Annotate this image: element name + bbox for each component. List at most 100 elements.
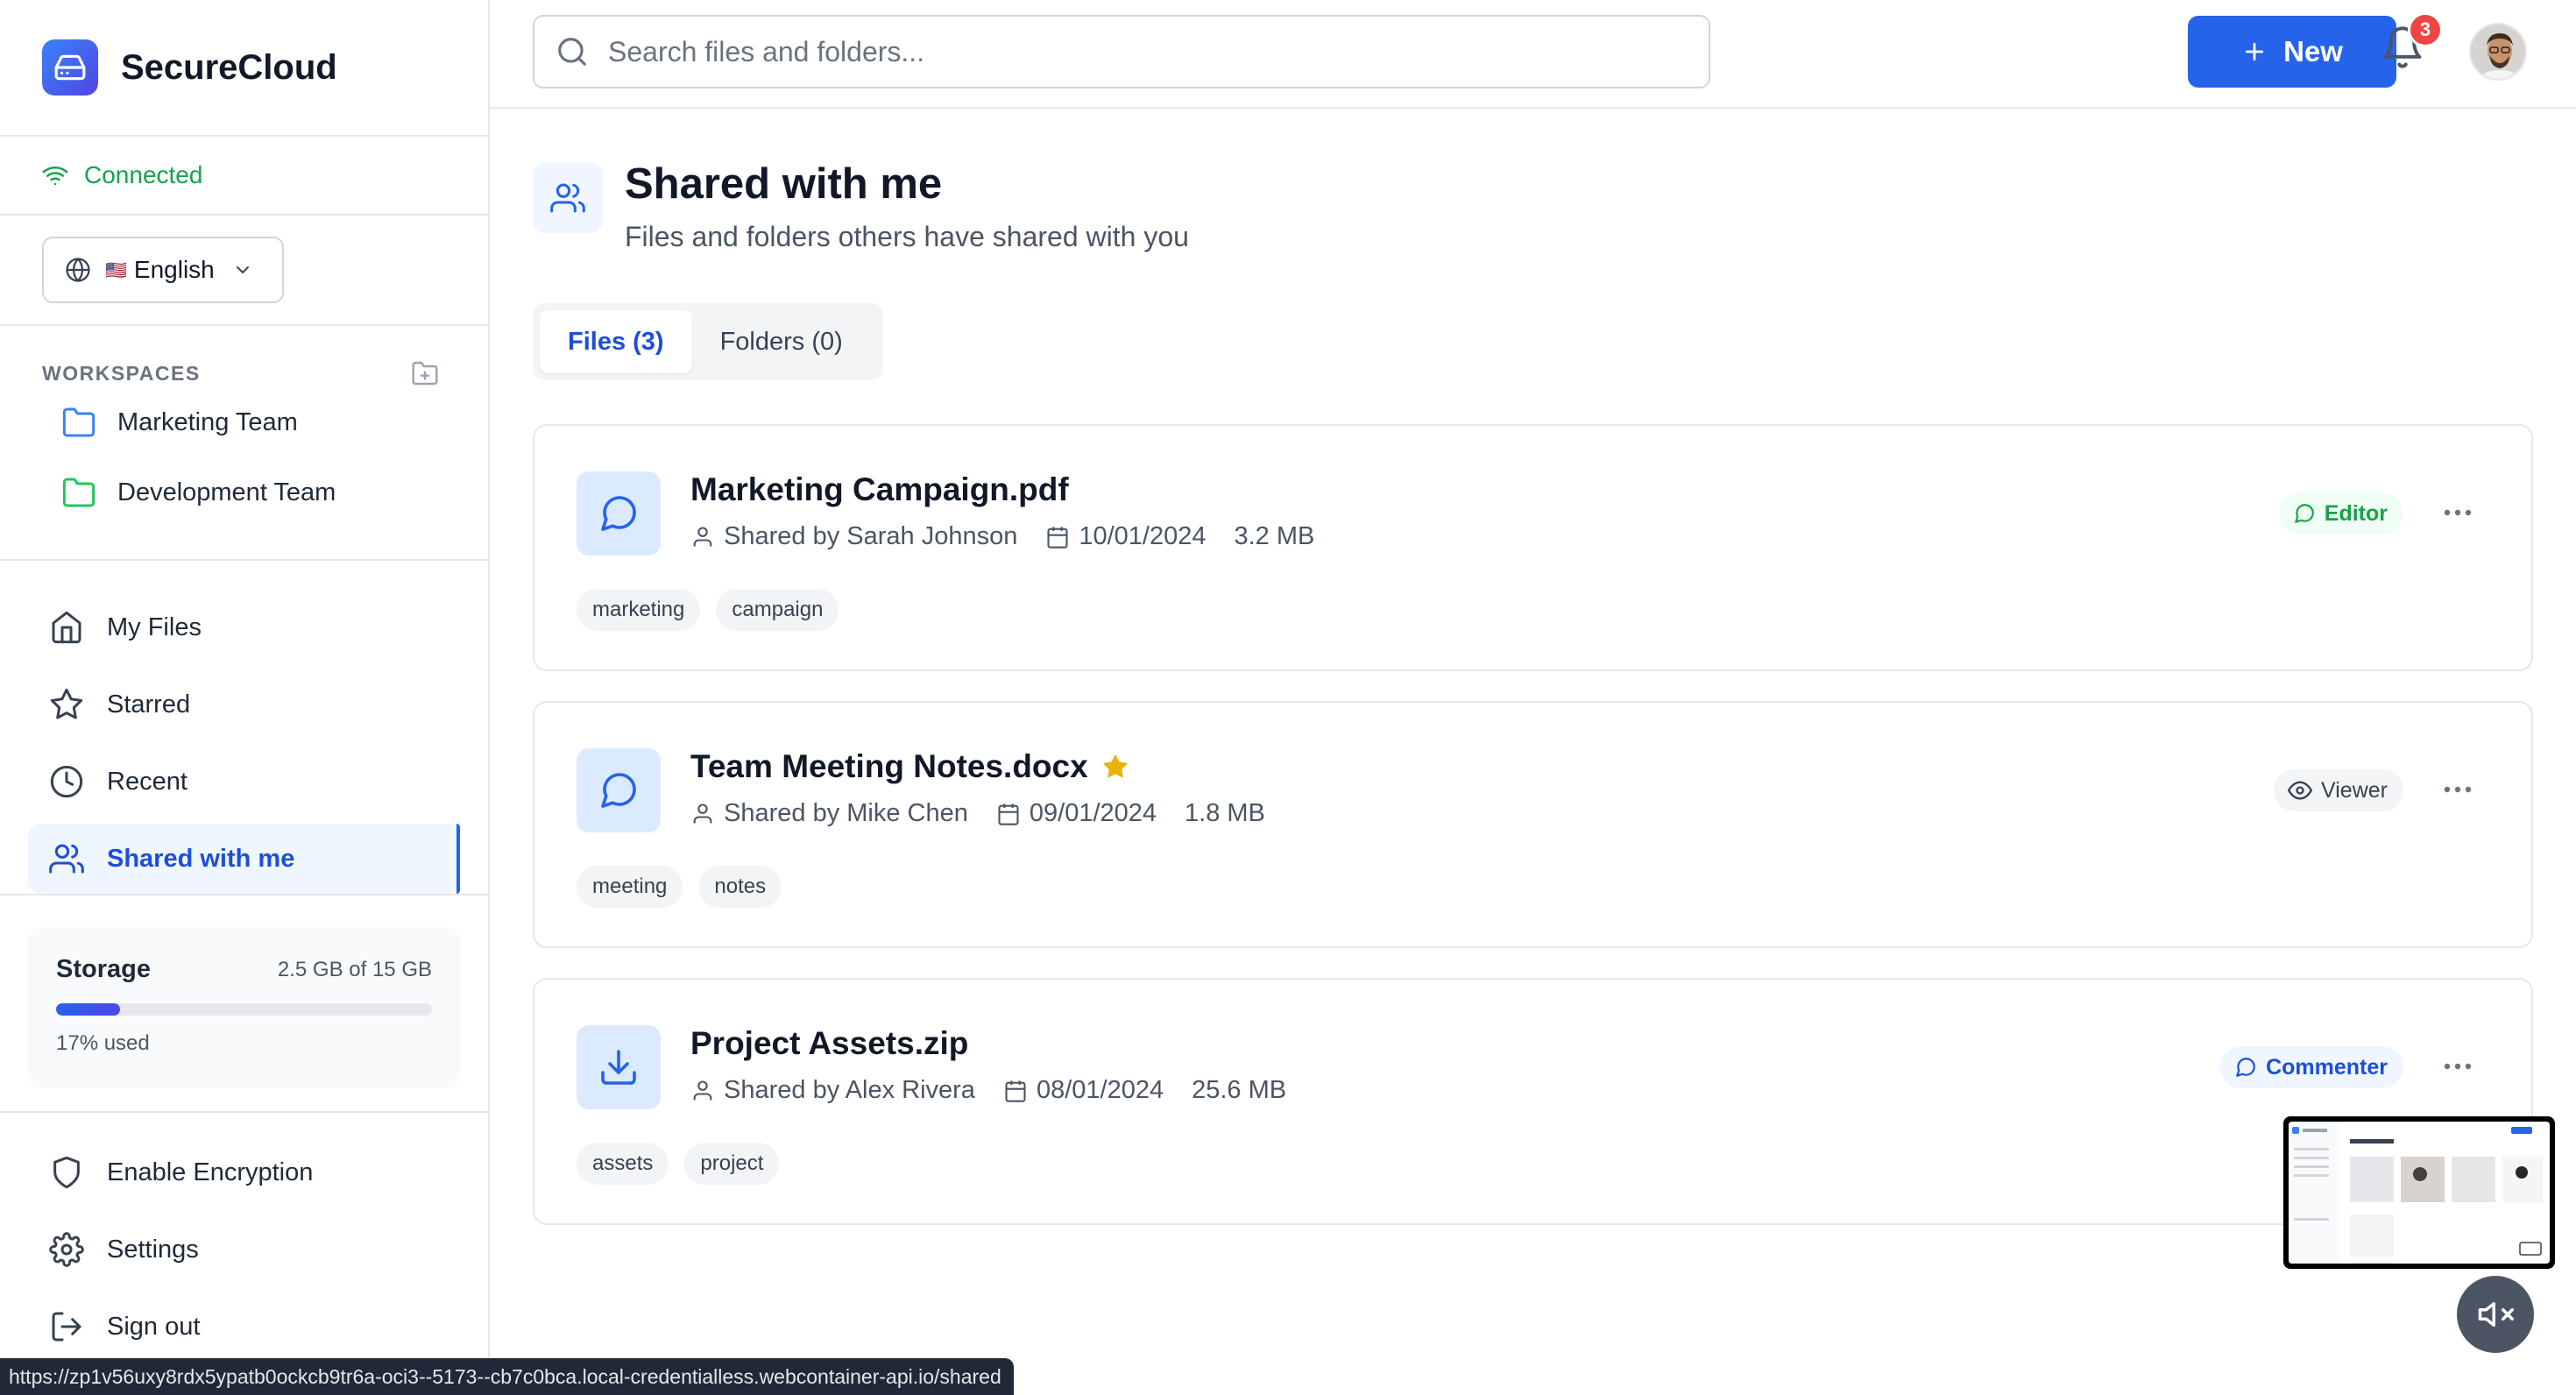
wifi-icon [42, 162, 84, 188]
tag[interactable]: notes [698, 866, 782, 908]
drive-icon [42, 39, 98, 96]
more-options-icon[interactable] [2440, 499, 2475, 526]
workspaces-section: WORKSPACES Marketing Team Development Te… [0, 326, 488, 561]
tabs: Files (3) Folders (0) [533, 303, 883, 380]
main-content: Shared with me Files and folders others … [490, 109, 2576, 1395]
tab-files[interactable]: Files (3) [540, 310, 692, 373]
folder-icon [61, 475, 117, 510]
nav-item-recent[interactable]: Recent [28, 747, 460, 817]
shield-icon [49, 1155, 107, 1190]
file-card[interactable]: Marketing Campaign.pdf Shared by Sarah J… [533, 424, 2533, 671]
plus-icon [2241, 39, 2283, 65]
star-filled-icon [1102, 754, 1129, 780]
tag-list: marketing campaign [577, 589, 854, 631]
mute-button[interactable] [2457, 1276, 2534, 1353]
search-icon [556, 35, 589, 68]
file-card[interactable]: Team Meeting Notes.docx Shared by Mike C… [533, 701, 2533, 948]
page-header: Shared with me Files and folders others … [533, 160, 1189, 253]
storage-amount: 2.5 GB of 15 GB [277, 957, 432, 981]
tag-list: assets project [577, 1143, 795, 1185]
tag[interactable]: campaign [716, 589, 839, 631]
sign-out-button[interactable]: Sign out [28, 1292, 460, 1362]
file-name-text: Team Meeting Notes.docx [690, 748, 1088, 784]
nav-item-shared-with-me[interactable]: Shared with me [28, 824, 460, 894]
video-preview-thumbnail[interactable] [2283, 1116, 2555, 1269]
connection-label: Connected [84, 161, 203, 188]
page-subtitle: Files and folders others have shared wit… [625, 221, 1189, 252]
permission-label: Editor [2324, 500, 2388, 526]
workspace-item-development[interactable]: Development Team [0, 457, 488, 528]
file-date: 09/01/2024 [1029, 799, 1157, 827]
gear-icon [49, 1232, 107, 1267]
shared-by: Shared by Alex Rivera [724, 1076, 975, 1104]
add-folder-icon[interactable] [411, 359, 439, 387]
nav-label: Starred [107, 690, 191, 719]
permission-label: Viewer [2321, 777, 2388, 803]
search-box[interactable] [533, 15, 1710, 89]
file-card[interactable]: Project Assets.zip Shared by Alex Rivera… [533, 978, 2533, 1225]
tag[interactable]: assets [577, 1143, 669, 1185]
brand-name: SecureCloud [121, 47, 337, 87]
storage-used-label: 17% used [56, 1031, 150, 1055]
workspace-label: Marketing Team [117, 407, 298, 436]
user-icon [690, 525, 724, 549]
shared-by: Shared by Sarah Johnson [724, 522, 1018, 550]
nav-label: My Files [107, 613, 202, 641]
users-icon [49, 841, 107, 876]
message-icon [2234, 1056, 2266, 1079]
flag-icon: 🇺🇸 [105, 260, 127, 280]
language-select[interactable]: 🇺🇸 English [42, 237, 284, 303]
permission-badge: Viewer [2274, 769, 2403, 811]
tag[interactable]: meeting [577, 866, 683, 908]
file-name[interactable]: Marketing Campaign.pdf [690, 471, 1069, 508]
message-icon [577, 471, 661, 556]
page-title: Shared with me [625, 160, 943, 208]
more-options-icon[interactable] [2440, 776, 2475, 803]
home-icon [49, 610, 107, 645]
main-nav: My Files Starred Recent Shared with me [0, 561, 488, 896]
file-name[interactable]: Project Assets.zip [690, 1025, 968, 1062]
tag[interactable]: project [684, 1143, 780, 1185]
tag-list: meeting notes [577, 866, 797, 908]
enable-encryption-button[interactable]: Enable Encryption [28, 1137, 460, 1207]
file-date: 10/01/2024 [1079, 522, 1207, 550]
settings-button[interactable]: Settings [28, 1214, 460, 1285]
new-button[interactable]: New [2188, 16, 2396, 88]
nav-label: Settings [107, 1235, 199, 1264]
connection-status: Connected [0, 137, 488, 216]
tab-folders[interactable]: Folders (0) [692, 310, 871, 373]
calendar-icon [1045, 525, 1079, 549]
file-name[interactable]: Team Meeting Notes.docx [690, 748, 1129, 785]
clock-icon [49, 764, 107, 799]
storage-card: Storage 2.5 GB of 15 GB 17% used [28, 927, 460, 1088]
permission-badge: Editor [2278, 492, 2403, 535]
permission-label: Commenter [2266, 1054, 2388, 1080]
notification-badge: 3 [2408, 12, 2443, 47]
permission-badge: Commenter [2220, 1046, 2403, 1088]
file-name-text: Marketing Campaign.pdf [690, 471, 1069, 507]
file-date: 08/01/2024 [1036, 1076, 1164, 1104]
nav-item-starred[interactable]: Starred [28, 669, 460, 740]
file-size: 1.8 MB [1185, 799, 1265, 827]
search-input[interactable] [608, 35, 1660, 68]
nav-label: Shared with me [107, 844, 295, 873]
workspaces-title: WORKSPACES [42, 361, 201, 385]
brand: SecureCloud [0, 0, 488, 137]
volume-mute-icon [2477, 1296, 2514, 1333]
storage-progress-bar [56, 1003, 432, 1016]
users-icon [533, 163, 603, 233]
file-size: 25.6 MB [1192, 1076, 1287, 1104]
nav-label: Recent [107, 767, 188, 796]
nav-item-my-files[interactable]: My Files [28, 592, 460, 662]
language-label: English [133, 256, 215, 283]
more-options-icon[interactable] [2440, 1053, 2475, 1080]
tag[interactable]: marketing [577, 589, 701, 631]
globe-icon [65, 257, 91, 283]
calendar-icon [1003, 1079, 1037, 1103]
workspace-label: Development Team [117, 478, 336, 506]
workspace-item-marketing[interactable]: Marketing Team [0, 387, 488, 457]
file-meta: Shared by Sarah Johnson 10/01/2024 3.2 M… [690, 522, 1342, 551]
bottom-nav: Enable Encryption Settings Sign out [0, 1113, 488, 1386]
avatar[interactable] [2469, 23, 2527, 81]
message-icon [2293, 502, 2325, 525]
